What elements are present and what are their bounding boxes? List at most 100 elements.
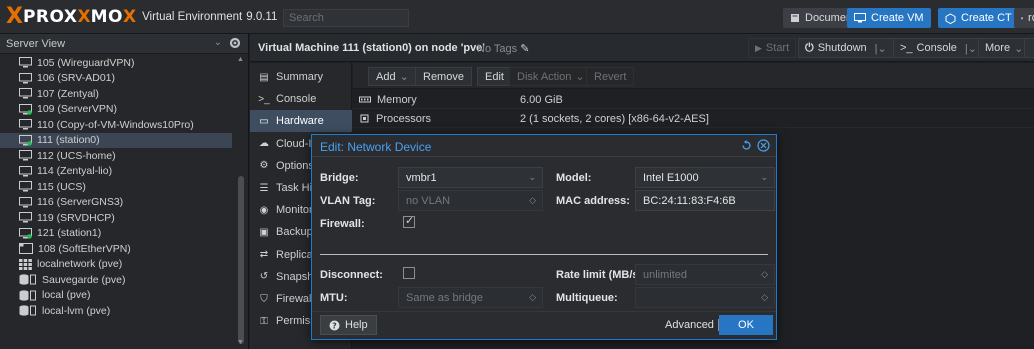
vlan-tag-input[interactable]: no VLAN ◇ (398, 190, 543, 211)
help-button[interactable]: ? Help (320, 315, 377, 335)
create-vm-button[interactable]: Create VM (847, 8, 931, 28)
tree-node-label: 115 (UCS) (37, 180, 86, 193)
eye-icon: ◉ (259, 204, 269, 216)
monitor-icon: ▭ (259, 115, 269, 127)
monitor-icon (854, 13, 866, 23)
version-label: 9.0.11 (246, 11, 278, 23)
tree-node-label: 114 (Zentyal-lio) (37, 165, 113, 177)
rate-limit-input[interactable]: unlimited ◇ (635, 264, 775, 285)
disconnect-checkbox[interactable] (403, 267, 415, 279)
vm-icon (19, 212, 32, 223)
top-header: X PROX X MO X Virtual Environment 9.0.11… (0, 0, 1034, 34)
proxmox-logo[interactable]: X PROX X MO X Virtual Environment 9.0.11 (6, 6, 277, 28)
bridge-select[interactable]: vmbr1 ⌄ (398, 167, 543, 188)
logo-x-tail: X (122, 7, 137, 27)
shield-icon: ⛉ (260, 293, 268, 305)
spinner-icon[interactable]: ◇ (761, 292, 768, 303)
add-button[interactable]: Add ⌄ (368, 67, 417, 86)
terminal-icon: >_ (258, 93, 270, 105)
scrollbar-thumb[interactable] (238, 176, 244, 344)
ok-button[interactable]: OK (719, 315, 773, 335)
tree-node[interactable]: 107 (Zentyal) (0, 86, 232, 101)
tree-node-label: 109 (ServerVPN) (37, 103, 117, 115)
tree-node[interactable]: 119 (SRVDHCP) (0, 210, 232, 225)
model-select[interactable]: Intel E1000 ⌄ (635, 167, 775, 188)
chevron-down-icon: |⌄ (964, 42, 977, 55)
close-icon[interactable] (757, 139, 770, 152)
console-button[interactable]: >_ Console |⌄ (893, 38, 984, 58)
spinner-icon[interactable]: ◇ (529, 292, 536, 303)
list-icon: ☰ (259, 182, 269, 194)
server-view-selector[interactable]: Server View ⌄ (0, 34, 248, 54)
tree-node[interactable]: 111 (station0) (0, 132, 232, 148)
tree-node[interactable]: 116 (ServerGNS3) (0, 195, 232, 210)
tree-node[interactable]: 106 (SRV-AD01) (0, 71, 232, 86)
tree-node[interactable]: 112 (UCS-home) (0, 148, 232, 163)
scroll-up-arrow[interactable]: ▲ (237, 56, 244, 63)
tree-node[interactable]: 121 (station1) (0, 226, 232, 241)
mtu-input[interactable]: Same as bridge ◇ (398, 287, 543, 308)
memory-icon (359, 96, 371, 102)
tree-node[interactable]: 109 (ServerVPN) (0, 102, 232, 117)
chevron-down-icon[interactable]: ⌄ (214, 37, 222, 48)
tree-node-list: 105 (WireguardVPN) 106 (SRV-AD01) 107 (Zen… (0, 54, 232, 349)
tree-node-label: localnetwork (pve) (37, 258, 123, 270)
disk-action-button[interactable]: Disk Action ⌄ (509, 67, 593, 86)
chevron-down-icon: ⌄ (399, 71, 409, 83)
tree-node[interactable]: local-lvm (pve) (0, 303, 232, 318)
scroll-down-arrow[interactable]: ▼ (237, 339, 244, 346)
tree-node-label: 108 (SoftEtherVPN) (38, 242, 131, 255)
spinner-icon[interactable]: ◇ (529, 195, 536, 206)
shutdown-button[interactable]: ⏻ Shutdown |⌄ (798, 38, 894, 58)
svg-text:?: ? (332, 321, 337, 330)
reset-icon[interactable] (740, 139, 753, 152)
user-menu-button[interactable]: root (1014, 8, 1034, 28)
vm-toolbar: Virtual Machine 111 (station0) on node '… (250, 34, 1034, 62)
multiqueue-input[interactable]: ◇ (635, 287, 775, 308)
revert-button[interactable]: Revert (586, 67, 635, 86)
hardware-row-memory[interactable]: Memory 6.00 GiB (353, 91, 1034, 109)
tree-node[interactable]: Sauvegarde (pve) (0, 272, 232, 287)
pencil-icon[interactable]: ✎ (520, 43, 529, 55)
tree-node[interactable]: 110 (Copy-of-VM-Windows10Pro) (0, 117, 232, 132)
gear-icon[interactable] (228, 36, 242, 50)
subnav-label: Summary (276, 71, 324, 83)
tree-scrollbar[interactable]: ▲ ▼ (236, 54, 246, 349)
subnav-item-hardware[interactable]: ▭ Hardware (250, 110, 352, 133)
start-button[interactable]: ▶ Start (748, 38, 797, 58)
spinner-icon[interactable]: ◇ (761, 269, 768, 280)
subnav-item-console[interactable]: >_ Console (250, 88, 352, 110)
tree-node[interactable]: 114 (Zentyal-lio) (0, 164, 232, 179)
hardware-row-processors[interactable]: Processors 2 (1 sockets, 2 cores) [x86-6… (353, 110, 1034, 128)
tree-node[interactable]: localnetwork (pve) (0, 257, 232, 272)
edit-button[interactable]: Edit (477, 67, 512, 86)
create-ct-button[interactable]: Create CT (938, 8, 1019, 28)
help-button-clipped[interactable] (1024, 38, 1034, 58)
tree-node-label: 111 (station0) (37, 134, 100, 146)
container-icon (19, 243, 33, 254)
sdn-icon (19, 258, 32, 270)
floppy-icon: ▣ (259, 226, 269, 238)
firewall-checkbox[interactable] (403, 214, 415, 228)
more-button[interactable]: More ⌄ (978, 38, 1031, 58)
subnav-item-summary[interactable]: ▤ Summary (250, 66, 352, 88)
tree-node-label: 116 (ServerGNS3) (37, 196, 124, 208)
hardware-key: Memory (377, 93, 417, 106)
multiqueue-label: Multiqueue: (556, 292, 618, 304)
mac-address-label: MAC address: (556, 195, 630, 207)
vm-icon (19, 72, 32, 83)
hardware-value: 6.00 GiB (520, 93, 563, 106)
chevron-down-icon: ⌄ (760, 172, 768, 182)
mac-address-input[interactable]: BC:24:11:83:F4:6B (635, 190, 775, 211)
tree-node[interactable]: 115 (UCS) (0, 179, 232, 194)
search-input[interactable]: Search (283, 9, 409, 27)
tags-editor[interactable]: No Tags ✎ (477, 42, 529, 55)
tree-node[interactable]: 108 (SoftEtherVPN) (0, 241, 232, 256)
tree-node[interactable]: 105 (WireguardVPN) (0, 55, 232, 70)
play-icon: ▶ (755, 42, 762, 53)
tree-node[interactable]: local (pve) (0, 288, 232, 303)
subnav-label: Console (276, 93, 317, 106)
remove-button[interactable]: Remove (415, 67, 472, 86)
vm-icon (19, 165, 32, 176)
retweet-icon: ⇄ (259, 249, 269, 261)
